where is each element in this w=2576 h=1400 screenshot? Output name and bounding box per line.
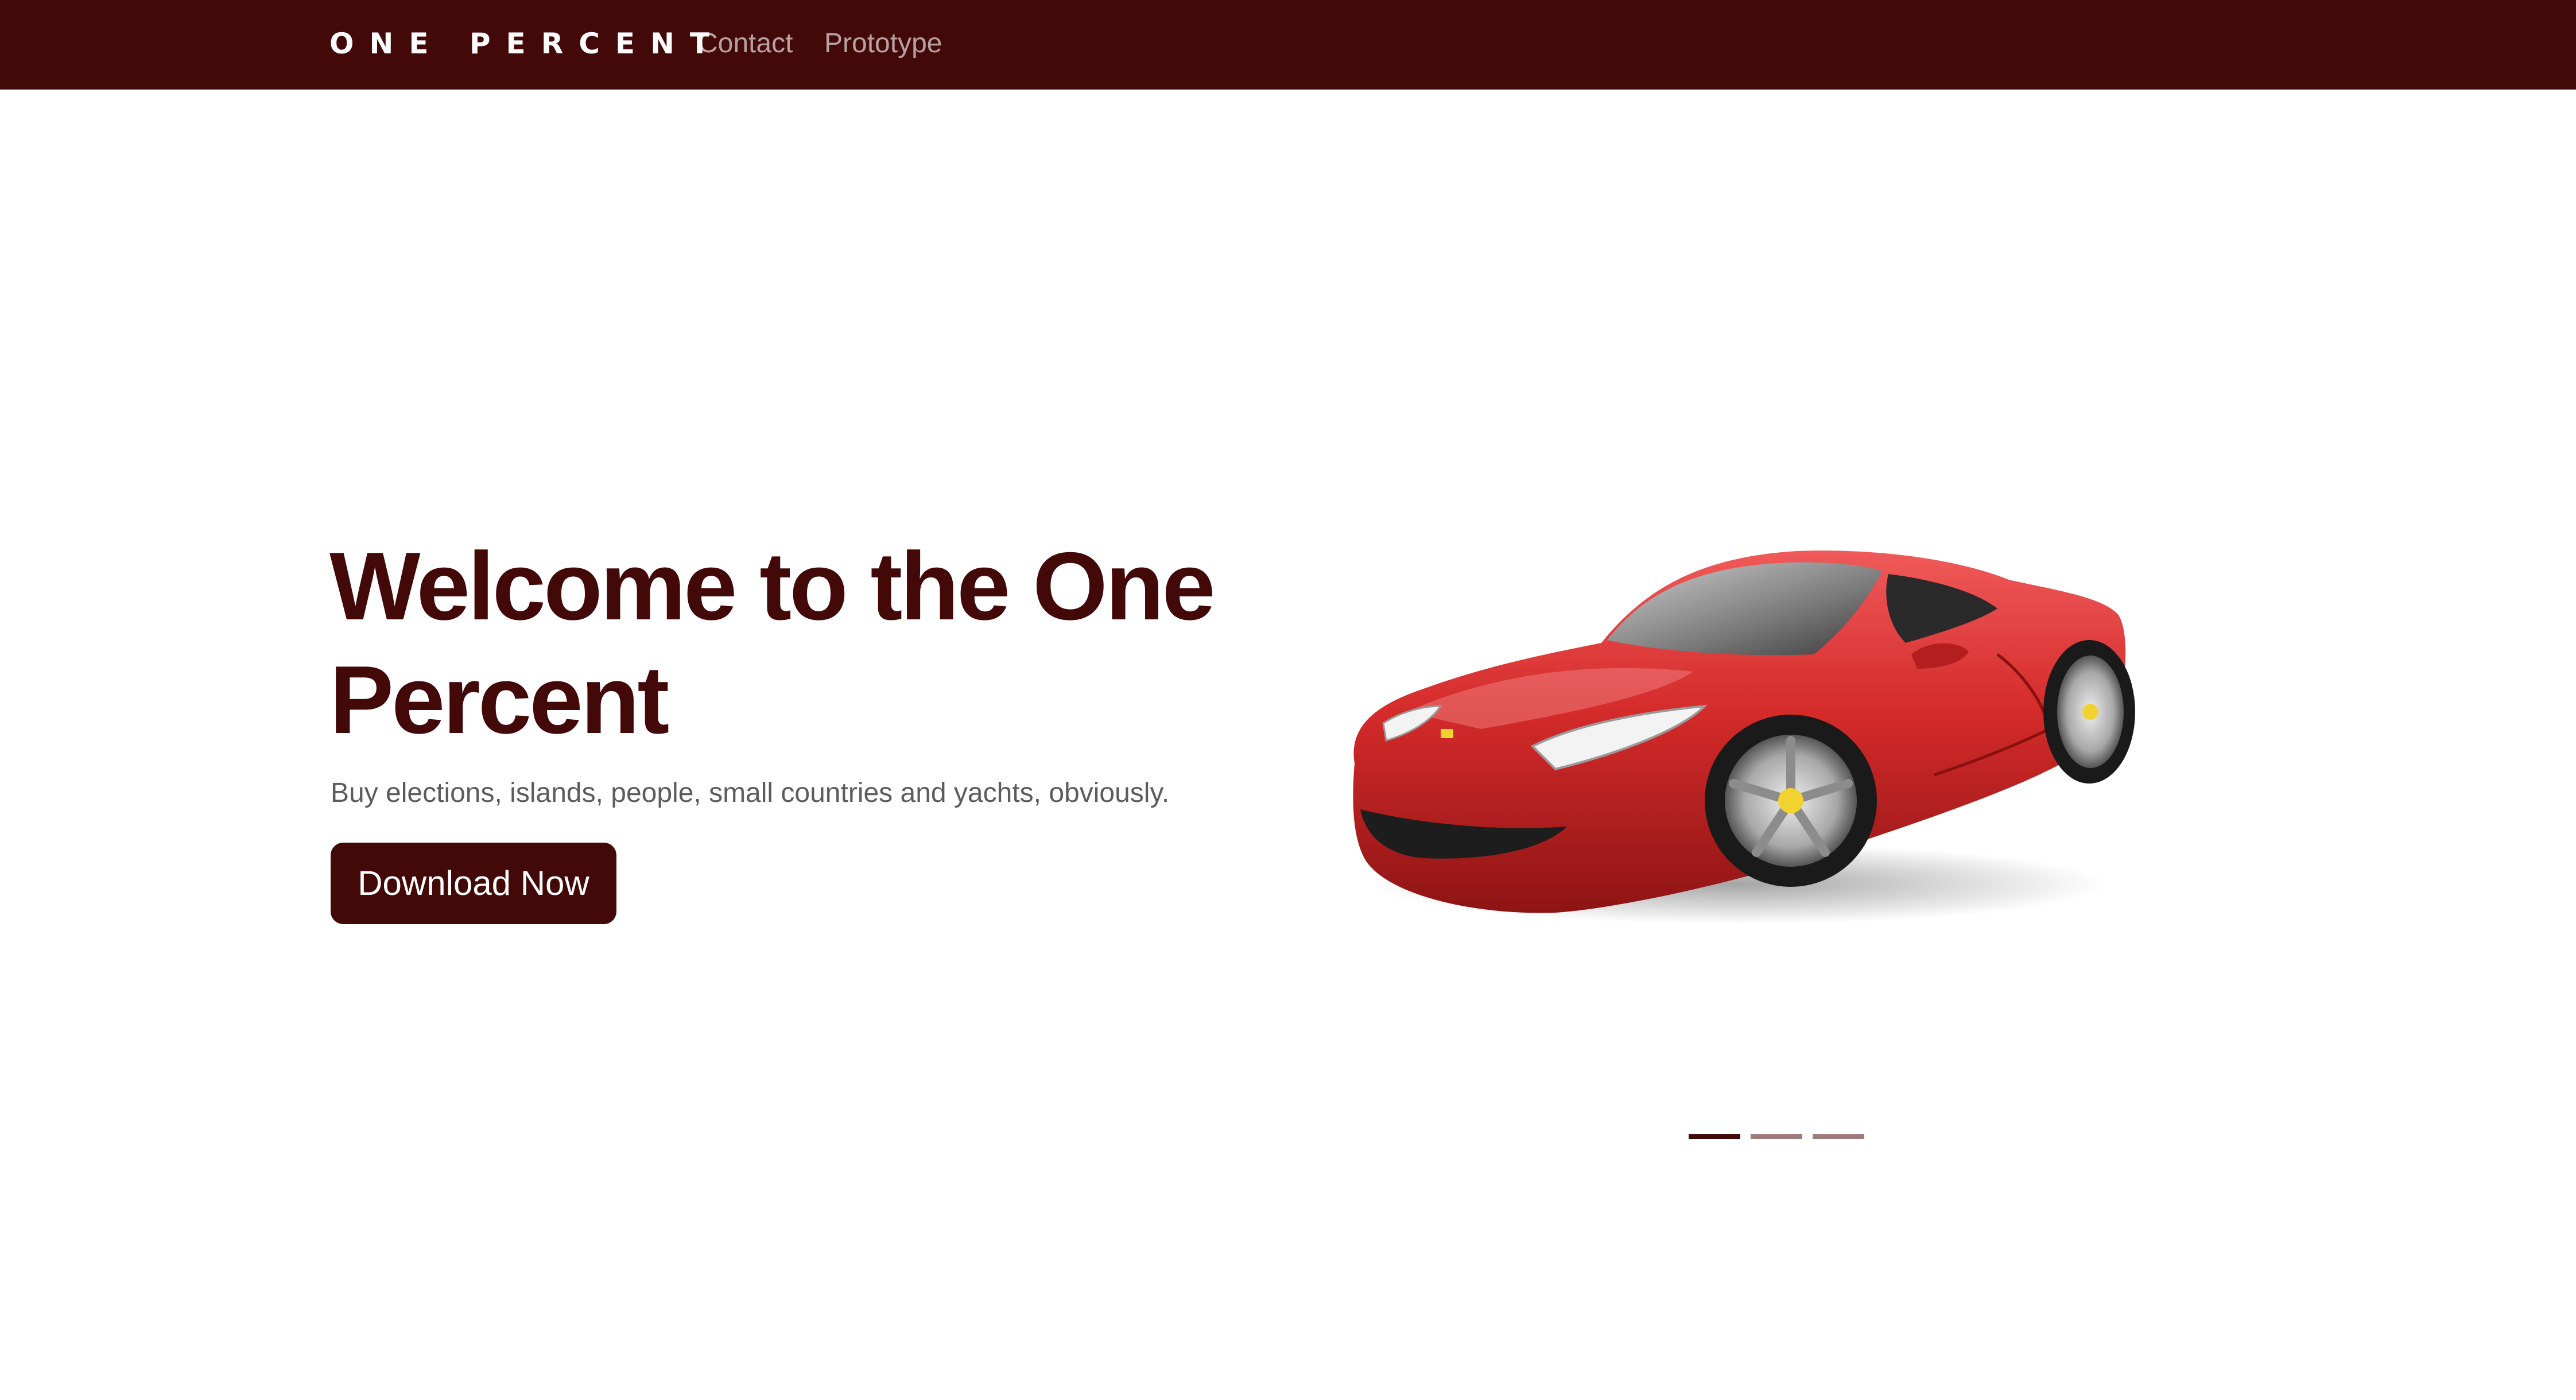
brand-logo[interactable]: ONE PERCENT (329, 25, 725, 62)
carousel-indicator-1[interactable] (1689, 1134, 1740, 1139)
nav-link-contact[interactable]: Contact (698, 25, 793, 62)
red-sports-car-image (1353, 550, 2135, 924)
top-navbar: ONE PERCENT Contact Prototype (0, 0, 2576, 90)
carousel-indicator-2[interactable] (1751, 1134, 1802, 1139)
nav-link-prototype[interactable]: Prototype (824, 25, 942, 62)
carousel-indicator-3[interactable] (1813, 1134, 1864, 1139)
hero-title: Welcome to the One Percent (329, 532, 1216, 754)
download-now-button[interactable]: Download Now (331, 843, 616, 924)
hero-subtitle: Buy elections, islands, people, small co… (331, 778, 1170, 808)
